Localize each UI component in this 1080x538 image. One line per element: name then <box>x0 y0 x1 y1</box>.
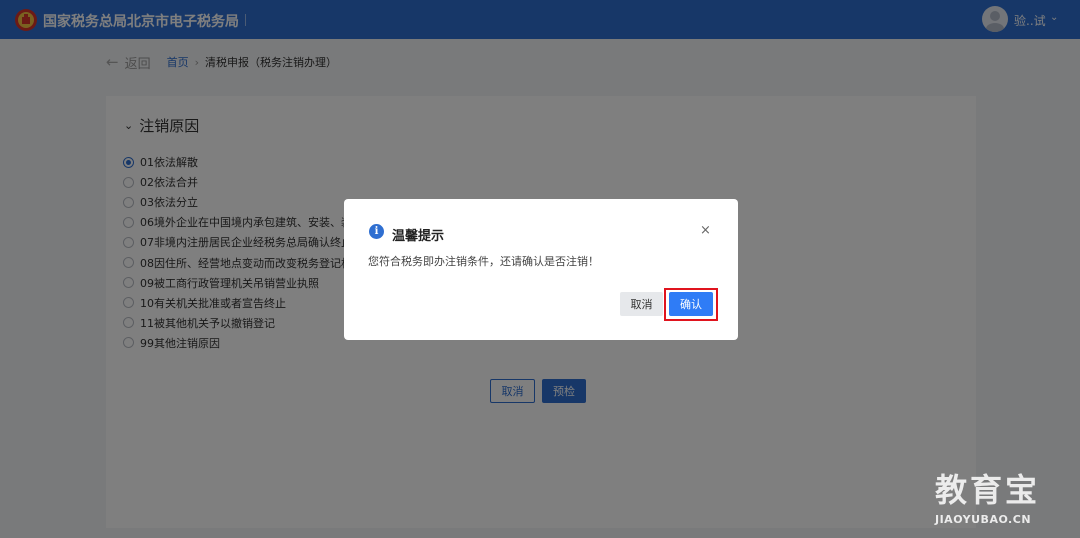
dialog-title: 温馨提示 <box>392 229 445 244</box>
watermark: 教育宝 JIAOYUBAO.CN <box>935 465 1061 526</box>
dialog-message: 您符合税务即办注销条件，还请确认是否注销！ <box>368 255 599 268</box>
info-icon: i <box>369 224 384 239</box>
close-icon[interactable]: × <box>700 223 711 238</box>
highlight-annotation <box>664 288 718 321</box>
confirm-dialog: i 温馨提示 × 您符合税务即办注销条件，还请确认是否注销！ 取消 确认 <box>344 199 738 340</box>
watermark-domain: JIAOYUBAO.CN <box>935 513 1032 526</box>
dialog-cancel-button[interactable]: 取消 <box>620 292 663 316</box>
watermark-text: 教育宝 <box>935 471 1041 509</box>
